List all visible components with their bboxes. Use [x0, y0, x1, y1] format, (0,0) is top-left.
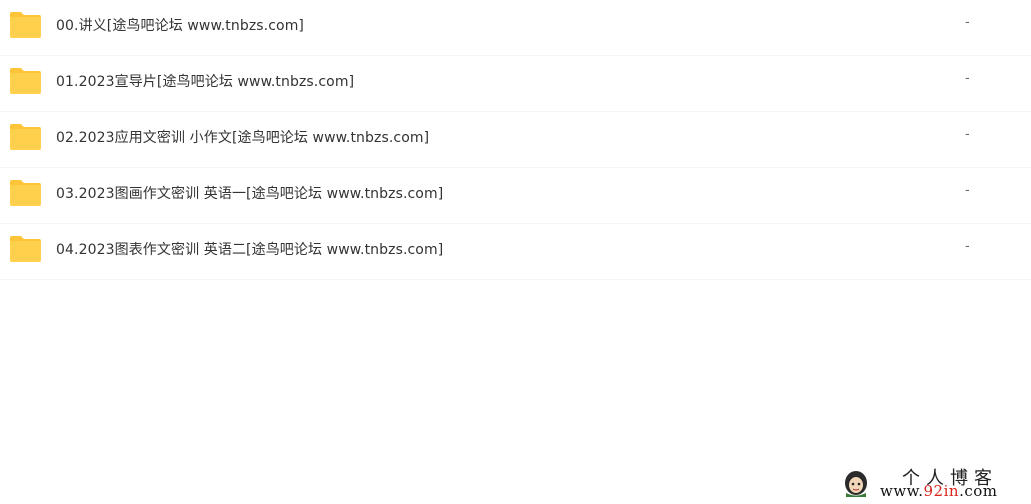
file-size: - [965, 239, 970, 254]
file-row[interactable]: 04.2023图表作文密训 英语二[途鸟吧论坛 www.tnbzs.com] - [0, 224, 1031, 280]
folder-icon [10, 12, 41, 38]
file-size: - [965, 183, 970, 198]
watermark-url-prefix: www. [880, 482, 924, 500]
folder-icon [10, 124, 41, 150]
watermark-url: www.92in.com [880, 482, 998, 500]
watermark: 个人博客 www.92in.com [842, 467, 1027, 501]
file-name[interactable]: 01.2023宣导片[途鸟吧论坛 www.tnbzs.com] [56, 71, 354, 91]
file-name[interactable]: 03.2023图画作文密训 英语一[途鸟吧论坛 www.tnbzs.com] [56, 183, 443, 203]
file-name[interactable]: 02.2023应用文密训 小作文[途鸟吧论坛 www.tnbzs.com] [56, 127, 429, 147]
watermark-url-suffix: .com [959, 482, 998, 500]
file-size: - [965, 127, 970, 142]
avatar-icon [845, 471, 867, 497]
file-row[interactable]: 01.2023宣导片[途鸟吧论坛 www.tnbzs.com] - [0, 56, 1031, 112]
file-row[interactable]: 02.2023应用文密训 小作文[途鸟吧论坛 www.tnbzs.com] - [0, 112, 1031, 168]
file-size: - [965, 71, 970, 86]
file-row[interactable]: 00.讲义[途鸟吧论坛 www.tnbzs.com] - [0, 0, 1031, 56]
file-list: 00.讲义[途鸟吧论坛 www.tnbzs.com] - 01.2023宣导片[… [0, 0, 1031, 280]
folder-icon [10, 68, 41, 94]
file-size: - [965, 15, 970, 30]
folder-icon [10, 236, 41, 262]
file-name[interactable]: 00.讲义[途鸟吧论坛 www.tnbzs.com] [56, 15, 304, 35]
file-name[interactable]: 04.2023图表作文密训 英语二[途鸟吧论坛 www.tnbzs.com] [56, 239, 443, 259]
folder-icon [10, 180, 41, 206]
watermark-url-accent: 92in [923, 482, 960, 500]
file-row[interactable]: 03.2023图画作文密训 英语一[途鸟吧论坛 www.tnbzs.com] - [0, 168, 1031, 224]
